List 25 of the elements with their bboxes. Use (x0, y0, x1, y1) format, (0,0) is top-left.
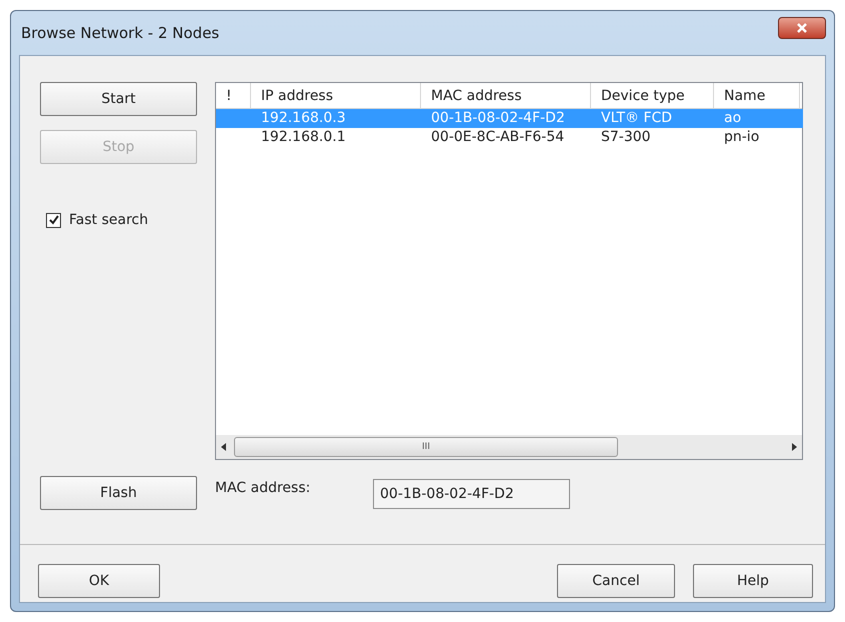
table-cell-text: 00-1B-08-02-4F-D2 (430, 109, 566, 128)
ok-button[interactable]: OK (38, 564, 160, 598)
help-button[interactable]: Help (693, 564, 813, 598)
window-title: Browse Network - 2 Nodes (20, 24, 220, 42)
checkbox-label: Fast search (69, 212, 148, 228)
close-icon (796, 22, 808, 34)
close-button[interactable] (778, 17, 826, 39)
cancel-button[interactable]: Cancel (557, 564, 675, 598)
flash-button[interactable]: Flash (40, 476, 197, 510)
right-arrow-icon[interactable] (790, 443, 798, 451)
field-label: MAC address: (215, 480, 312, 496)
checkbox[interactable] (46, 212, 61, 228)
table-cell-text: 192.168.0.1 (260, 128, 347, 147)
left-arrow-icon[interactable] (220, 443, 228, 451)
start-button[interactable]: Start (40, 82, 197, 116)
mac-address-field[interactable]: 00-1B-08-02-4F-D2 (373, 479, 570, 509)
table-cell-text: 00-0E-8C-AB-F6-54 (430, 128, 566, 147)
horizontal-scrollbar[interactable]: III (216, 435, 802, 459)
table-cell-text: 192.168.0.3 (260, 109, 347, 128)
table-cell-text: pn-io (723, 128, 760, 147)
table-cell-text: S7-300 (600, 128, 652, 147)
table-row[interactable]: 192.168.0.1 00-0E-8C-AB-F6-54 S7-300 pn-io (216, 128, 802, 147)
table-cell-text: VLT® FCD (600, 109, 674, 128)
scrollbar-thumb[interactable]: III (234, 437, 618, 457)
table-cell-text: ao (723, 109, 742, 128)
